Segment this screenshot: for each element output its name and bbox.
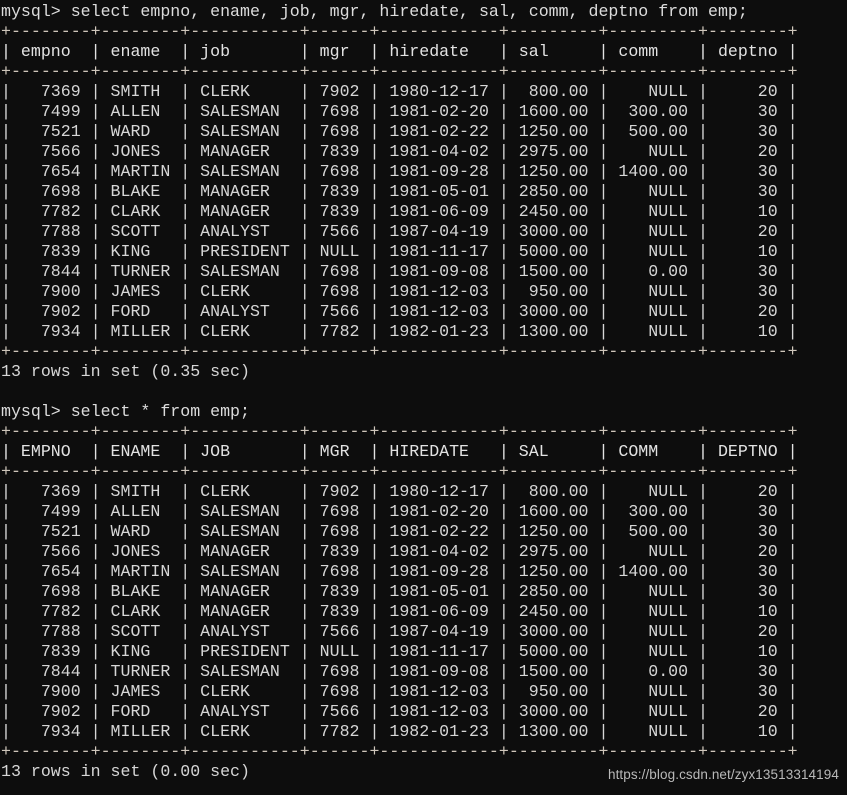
- table-rule: +--------+--------+-----------+------+--…: [1, 422, 798, 441]
- table-row: | 7900 | JAMES | CLERK | 7698 | 1981-12-…: [1, 682, 798, 701]
- table-row: | 7839 | KING | PRESIDENT | NULL | 1981-…: [1, 642, 798, 661]
- table-row: | 7788 | SCOTT | ANALYST | 7566 | 1987-0…: [1, 622, 798, 641]
- table-rule: +--------+--------+-----------+------+--…: [1, 342, 798, 361]
- table-row: | 7521 | WARD | SALESMAN | 7698 | 1981-0…: [1, 122, 798, 141]
- terminal-output: mysql> select empno, ename, job, mgr, hi…: [0, 2, 847, 782]
- table-rule: +--------+--------+-----------+------+--…: [1, 62, 798, 81]
- table-row: | 7844 | TURNER | SALESMAN | 7698 | 1981…: [1, 262, 798, 281]
- table-row: | 7654 | MARTIN | SALESMAN | 7698 | 1981…: [1, 562, 798, 581]
- table-row: | 7654 | MARTIN | SALESMAN | 7698 | 1981…: [1, 162, 798, 181]
- table-row: | 7934 | MILLER | CLERK | 7782 | 1982-01…: [1, 722, 798, 741]
- table-row: | 7698 | BLAKE | MANAGER | 7839 | 1981-0…: [1, 182, 798, 201]
- table-row: | 7782 | CLARK | MANAGER | 7839 | 1981-0…: [1, 602, 798, 621]
- table-row: | 7499 | ALLEN | SALESMAN | 7698 | 1981-…: [1, 102, 798, 121]
- table-row: | 7566 | JONES | MANAGER | 7839 | 1981-0…: [1, 542, 798, 561]
- table-row: | 7902 | FORD | ANALYST | 7566 | 1981-12…: [1, 702, 798, 721]
- table-rule: +--------+--------+-----------+------+--…: [1, 742, 798, 761]
- table-row: | 7369 | SMITH | CLERK | 7902 | 1980-12-…: [1, 82, 798, 101]
- table-rule: +--------+--------+-----------+------+--…: [1, 22, 798, 41]
- table-row: | 7369 | SMITH | CLERK | 7902 | 1980-12-…: [1, 482, 798, 501]
- table-row: | 7902 | FORD | ANALYST | 7566 | 1981-12…: [1, 302, 798, 321]
- query-prompt-line: mysql> select * from emp;: [1, 402, 250, 421]
- table-row: | 7934 | MILLER | CLERK | 7782 | 1982-01…: [1, 322, 798, 341]
- terminal-window[interactable]: mysql> select empno, ename, job, mgr, hi…: [0, 0, 847, 795]
- table-row: | 7900 | JAMES | CLERK | 7698 | 1981-12-…: [1, 282, 798, 301]
- watermark-url: https://blog.csdn.net/zyx13513314194: [607, 767, 839, 782]
- table-row: | 7844 | TURNER | SALESMAN | 7698 | 1981…: [1, 662, 798, 681]
- result-status-line: 13 rows in set (0.35 sec): [1, 362, 250, 381]
- table-row: | 7499 | ALLEN | SALESMAN | 7698 | 1981-…: [1, 502, 798, 521]
- table-row: | 7839 | KING | PRESIDENT | NULL | 1981-…: [1, 242, 798, 261]
- table-row: | 7782 | CLARK | MANAGER | 7839 | 1981-0…: [1, 202, 798, 221]
- table-row: | 7521 | WARD | SALESMAN | 7698 | 1981-0…: [1, 522, 798, 541]
- table-rule: +--------+--------+-----------+------+--…: [1, 462, 798, 481]
- table-row: | 7698 | BLAKE | MANAGER | 7839 | 1981-0…: [1, 582, 798, 601]
- table-header-row: | empno | ename | job | mgr | hiredate |…: [1, 42, 798, 61]
- table-row: | 7788 | SCOTT | ANALYST | 7566 | 1987-0…: [1, 222, 798, 241]
- query-prompt-line: mysql> select empno, ename, job, mgr, hi…: [1, 2, 748, 21]
- table-header-row: | EMPNO | ENAME | JOB | MGR | HIREDATE |…: [1, 442, 798, 461]
- table-row: | 7566 | JONES | MANAGER | 7839 | 1981-0…: [1, 142, 798, 161]
